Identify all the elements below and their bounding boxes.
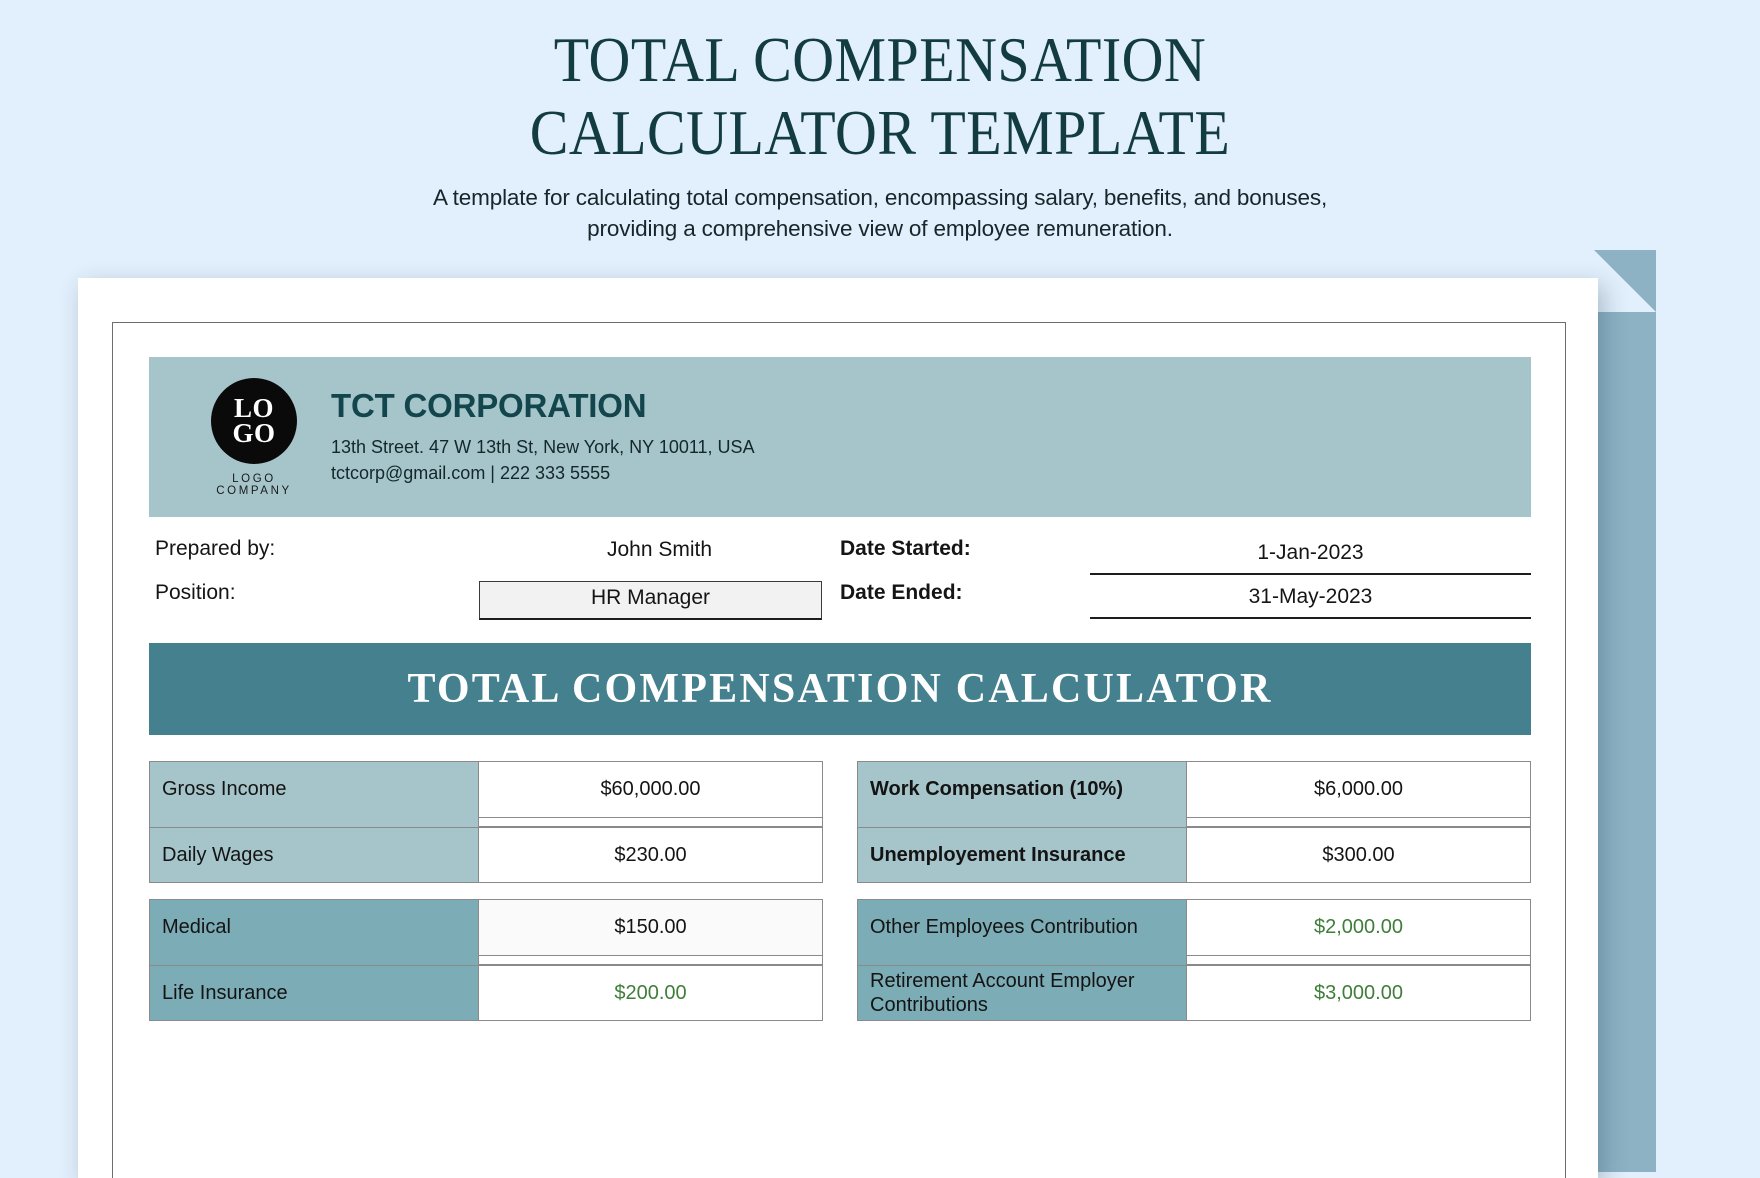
date-ended-label: Date Ended: [840, 581, 963, 604]
prepared-by-label: Prepared by: [155, 537, 276, 560]
table-row: Other Employees Contribution $2,000.00 [857, 899, 1531, 955]
position-label: Position: [155, 581, 236, 604]
table-row-divider [857, 955, 1531, 965]
company-address: 13th Street. 47 W 13th St, New York, NY … [331, 437, 755, 458]
page-subtitle-line-2: providing a comprehensive view of employ… [587, 216, 1173, 242]
table-row-value[interactable]: $200.00 [479, 965, 823, 1021]
table-row-label: Retirement Account Employer Contribution… [857, 965, 1187, 1021]
corner-fold-band [1594, 312, 1656, 1172]
table-row: Medical $150.00 [149, 899, 823, 955]
calculator-banner-title: TOTAL COMPENSATION CALCULATOR [407, 666, 1273, 712]
table-row-label: Daily Wages [149, 827, 479, 883]
divider-value-cell [479, 817, 823, 827]
page-title-line-2: CALCULATOR TEMPLATE [529, 98, 1231, 169]
table-group: Work Compensation (10%) $6,000.00 Unemploy… [857, 761, 1531, 883]
table-row-value[interactable]: $3,000.00 [1187, 965, 1531, 1021]
company-logo: LO GO LOGO COMPANY [193, 377, 315, 497]
table-row-value[interactable]: $300.00 [1187, 827, 1531, 883]
document-preview: LO GO LOGO COMPANY TCT CORPORATION 13th … [78, 250, 1656, 1178]
date-started-field[interactable]: 1-Jan-2023 [1090, 537, 1531, 575]
date-ended-field[interactable]: 31-May-2023 [1090, 581, 1531, 619]
page-subtitle-line-1: A template for calculating total compens… [432, 185, 1328, 211]
divider-label-cell [857, 955, 1187, 965]
page-subtitle: A template for calculating total compens… [0, 182, 1760, 244]
table-row: Gross Income $60,000.00 [149, 761, 823, 817]
table-group: Gross Income $60,000.00 Daily Wages $230.00 [149, 761, 823, 883]
position-row: Position: HR Manager [149, 581, 840, 625]
table-row: Work Compensation (10%) $6,000.00 [857, 761, 1531, 817]
company-details: TCT CORPORATION 13th Street. 47 W 13th S… [331, 387, 755, 486]
divider-value-cell [1187, 817, 1531, 827]
meta-column-right: Date Started: 1-Jan-2023 Date Ended: 31-… [840, 537, 1531, 625]
table-group: Other Employees Contribution $2,000.00 Ret… [857, 899, 1531, 1021]
calculator-banner: TOTAL COMPENSATION CALCULATOR [149, 643, 1531, 735]
compensation-table-right: Work Compensation (10%) $6,000.00 Unemploy… [857, 761, 1531, 1037]
divider-label-cell [149, 817, 479, 827]
company-contact: tctcorp@gmail.com | 222 333 5555 [331, 463, 611, 483]
logo-text-top: LO [233, 392, 274, 423]
table-row: Retirement Account Employer Contribution… [857, 965, 1531, 1021]
table-row-divider [857, 817, 1531, 827]
table-group: Medical $150.00 Life Insurance $200.00 [149, 899, 823, 1021]
company-name: TCT CORPORATION [331, 387, 647, 425]
table-row-value[interactable]: $150.00 [479, 899, 823, 955]
table-row-label: Unemployement Insurance [857, 827, 1187, 883]
divider-value-cell [479, 955, 823, 965]
page-title-line-1: TOTAL COMPENSATION [553, 25, 1207, 95]
table-row-value[interactable]: $230.00 [479, 827, 823, 883]
compensation-tables: Gross Income $60,000.00 Daily Wages $230.00… [149, 761, 1531, 1037]
page-header: TOTAL COMPENSATION CALCULATOR TEMPLATE A… [0, 0, 1760, 244]
date-ended-row: Date Ended: 31-May-2023 [840, 581, 1531, 625]
table-row: Unemployement Insurance $300.00 [857, 827, 1531, 883]
table-row-label: Life Insurance [149, 965, 479, 1021]
page-title: TOTAL COMPENSATION CALCULATOR TEMPLATE [70, 24, 1689, 170]
table-row-value[interactable]: $2,000.00 [1187, 899, 1531, 955]
document-meta: Prepared by: John Smith Position: HR Man… [149, 537, 1531, 625]
divider-label-cell [149, 955, 479, 965]
table-row-divider [149, 955, 823, 965]
table-row-divider [149, 817, 823, 827]
prepared-by-value[interactable]: John Smith [479, 537, 840, 562]
table-row-value[interactable]: $6,000.00 [1187, 761, 1531, 817]
table-row-label: Other Employees Contribution [857, 899, 1187, 955]
logo-caption: LOGO COMPANY [216, 472, 292, 497]
document-sheet: LO GO LOGO COMPANY TCT CORPORATION 13th … [78, 278, 1598, 1178]
document-border-frame: LO GO LOGO COMPANY TCT CORPORATION 13th … [112, 322, 1566, 1178]
prepared-by-row: Prepared by: John Smith [149, 537, 840, 581]
table-row-label: Medical [149, 899, 479, 955]
document-content: LO GO LOGO COMPANY TCT CORPORATION 13th … [149, 357, 1531, 1037]
compensation-table-left: Gross Income $60,000.00 Daily Wages $230.00… [149, 761, 823, 1037]
table-row-label: Work Compensation (10%) [857, 761, 1187, 817]
corner-fold-decoration [1594, 250, 1656, 312]
table-row: Life Insurance $200.00 [149, 965, 823, 1021]
divider-label-cell [857, 817, 1187, 827]
table-row: Daily Wages $230.00 [149, 827, 823, 883]
divider-value-cell [1187, 955, 1531, 965]
company-header-band: LO GO LOGO COMPANY TCT CORPORATION 13th … [149, 357, 1531, 517]
date-started-label: Date Started: [840, 537, 971, 560]
logo-circle-icon: LO GO [211, 377, 297, 464]
date-started-row: Date Started: 1-Jan-2023 [840, 537, 1531, 581]
position-field[interactable]: HR Manager [479, 581, 822, 620]
logo-text-bottom: GO [232, 417, 276, 448]
meta-column-left: Prepared by: John Smith Position: HR Man… [149, 537, 840, 625]
table-row-value[interactable]: $60,000.00 [479, 761, 823, 817]
table-row-label: Gross Income [149, 761, 479, 817]
